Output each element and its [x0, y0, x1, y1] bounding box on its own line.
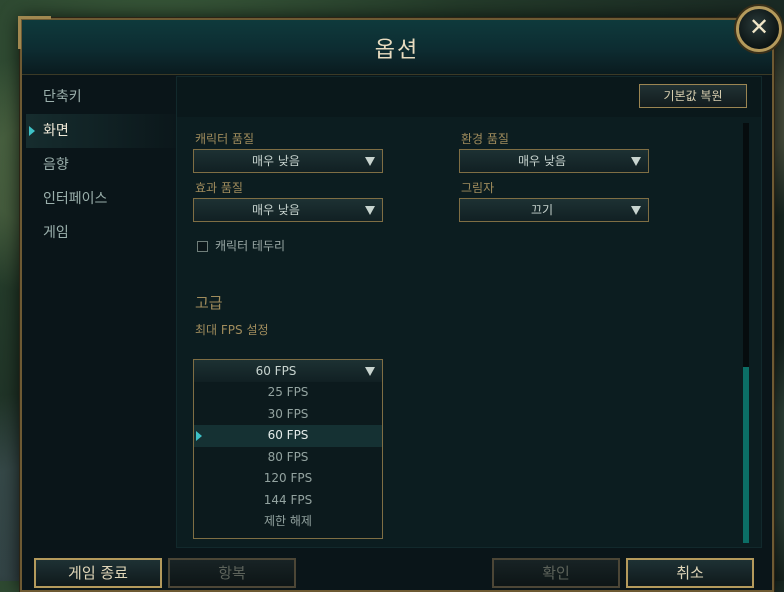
selected-arrow-icon	[29, 126, 35, 136]
dropdown-arrow-icon	[365, 367, 375, 376]
reset-defaults-button[interactable]: 기본값 복원	[639, 84, 747, 108]
dropdown-value: 매우 낮음	[252, 203, 300, 217]
sidebar-item-label: 게임	[43, 225, 69, 241]
fps-option-label: 30 FPS	[267, 406, 309, 421]
scrollbar[interactable]	[743, 123, 749, 543]
fps-option-unlimited[interactable]: 제한 해제	[194, 511, 382, 533]
cancel-button[interactable]: 취소	[626, 558, 754, 588]
character-quality-dropdown[interactable]: 매우 낮음	[193, 149, 383, 173]
ok-button[interactable]: 확인	[492, 558, 620, 588]
fps-option-25[interactable]: 25 FPS	[194, 382, 382, 404]
shadows-label: 그림자	[461, 181, 495, 195]
character-outline-checkbox[interactable]	[197, 241, 208, 252]
fps-option-label: 144 FPS	[263, 492, 313, 507]
fps-option-144[interactable]: 144 FPS	[194, 490, 382, 512]
panel-toolbar: 기본값 복원	[177, 77, 761, 117]
options-window: 옵션 단축키 화면 음향 인터페이스 게임 기본값 복원 캐릭터 품질 매우 낮…	[18, 16, 774, 592]
title-bar: 옵션	[18, 16, 772, 75]
exit-game-button[interactable]: 게임 종료	[34, 558, 162, 588]
settings-panel: 기본값 복원 캐릭터 품질 매우 낮음 환경 품질 매우 낮음 효과 품질 매우…	[176, 76, 762, 548]
dropdown-arrow-icon	[365, 206, 375, 215]
dropdown-value: 매우 낮음	[252, 154, 300, 168]
scrollbar-thumb[interactable]	[743, 367, 749, 543]
character-quality-label: 캐릭터 품질	[195, 132, 255, 146]
close-button[interactable]: ✕	[736, 6, 782, 52]
selected-arrow-icon	[196, 431, 202, 441]
sidebar-item-label: 단축키	[43, 89, 82, 105]
advanced-section-title: 고급	[195, 294, 223, 312]
dropdown-value: 끄기	[530, 203, 554, 217]
fps-option-label: 60 FPS	[267, 428, 309, 442]
fps-option-label: 제한 해제	[264, 514, 312, 528]
sidebar-item-interface[interactable]: 인터페이스	[26, 182, 176, 216]
character-outline-label: 캐릭터 테두리	[215, 239, 286, 253]
fps-option-label: 80 FPS	[267, 449, 309, 464]
sidebar-item-game[interactable]: 게임	[26, 216, 176, 250]
environment-quality-label: 환경 품질	[461, 132, 509, 146]
shadows-dropdown[interactable]: 끄기	[459, 198, 649, 222]
dropdown-arrow-icon	[631, 206, 641, 215]
sidebar-item-sound[interactable]: 음향	[26, 148, 176, 182]
effects-quality-dropdown[interactable]: 매우 낮음	[193, 198, 383, 222]
fps-option-label: 25 FPS	[267, 385, 309, 399]
fps-option-80[interactable]: 80 FPS	[194, 447, 382, 469]
sidebar-item-hotkeys[interactable]: 단축키	[26, 80, 176, 114]
dropdown-arrow-icon	[631, 157, 641, 166]
sidebar: 단축키 화면 음향 인터페이스 게임	[26, 80, 176, 250]
max-fps-dropdown[interactable]: 60 FPS	[193, 359, 383, 383]
fps-option-30[interactable]: 30 FPS	[194, 404, 382, 426]
fps-options-list: 25 FPS 30 FPS 60 FPS 80 FPS 120 FPS 144 …	[193, 382, 383, 539]
environment-quality-dropdown[interactable]: 매우 낮음	[459, 149, 649, 173]
dropdown-value: 60 FPS	[255, 364, 297, 378]
window-title: 옵션	[374, 38, 420, 63]
fps-option-120[interactable]: 120 FPS	[194, 468, 382, 490]
max-fps-label: 최대 FPS 설정	[195, 323, 269, 337]
fps-option-60[interactable]: 60 FPS	[194, 425, 382, 447]
dropdown-arrow-icon	[365, 157, 375, 166]
effects-quality-label: 효과 품질	[195, 181, 243, 195]
sidebar-item-video[interactable]: 화면	[26, 114, 176, 148]
sidebar-item-label: 인터페이스	[43, 191, 108, 207]
sidebar-item-label: 음향	[43, 157, 69, 173]
dropdown-value: 매우 낮음	[518, 154, 566, 168]
close-icon: ✕	[748, 13, 770, 41]
sidebar-item-label: 화면	[43, 123, 69, 139]
surrender-button[interactable]: 항복	[168, 558, 296, 588]
fps-option-label: 120 FPS	[263, 471, 313, 485]
